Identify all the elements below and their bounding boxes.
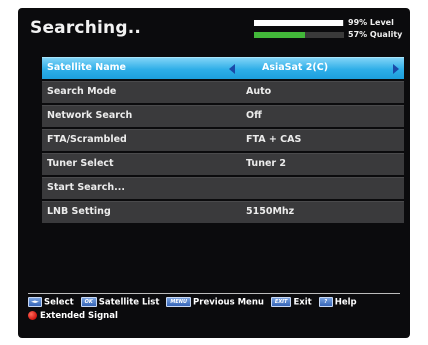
hint-select[interactable]: ◄► Select bbox=[28, 297, 74, 308]
hint-label: Help bbox=[334, 297, 357, 308]
menu-row-value: Tuner 2 bbox=[246, 158, 287, 169]
menu-row-label: LNB Setting bbox=[47, 206, 111, 217]
key-hints-row: ◄► Select OK Satellite List MENU Previous M… bbox=[28, 297, 408, 311]
hint-previous-menu[interactable]: MENU Previous Menu bbox=[166, 297, 264, 308]
hint-satellite-list[interactable]: OK Satellite List bbox=[80, 297, 160, 308]
menu-row-network-search[interactable]: Network Search Off bbox=[42, 105, 404, 127]
exit-key-icon: EXIT bbox=[270, 297, 292, 307]
hint-label: Satellite List bbox=[98, 297, 160, 308]
menu-row-label: FTA/Scrambled bbox=[47, 134, 127, 145]
hint-label: Select bbox=[44, 297, 74, 308]
ok-key-icon: OK bbox=[80, 297, 97, 307]
quality-bar bbox=[254, 32, 344, 38]
page-title: Searching.. bbox=[30, 18, 142, 38]
hint-help[interactable]: ? Help bbox=[318, 297, 357, 308]
menu-row-start-search[interactable]: Start Search... bbox=[42, 177, 404, 199]
red-button-icon bbox=[28, 311, 37, 320]
menu-row-value: 5150Mhz bbox=[246, 206, 295, 217]
menu-row-satellite-name[interactable]: Satellite Name AsiaSat 2(C) bbox=[42, 57, 404, 79]
menu-row-fta-scrambled[interactable]: FTA/Scrambled FTA + CAS bbox=[42, 129, 404, 151]
level-text: 99% Level bbox=[348, 18, 394, 27]
menu-row-search-mode[interactable]: Search Mode Auto bbox=[42, 81, 404, 103]
help-key-icon: ? bbox=[318, 297, 333, 307]
menu-row-tuner-select[interactable]: Tuner Select Tuner 2 bbox=[42, 153, 404, 175]
level-bar-fill bbox=[254, 20, 344, 26]
signal-panel: 99% Level 57% Quality bbox=[254, 18, 404, 43]
footer-divider bbox=[28, 293, 400, 294]
menu-row-value: Auto bbox=[246, 86, 272, 97]
menu-row-label: Start Search... bbox=[47, 182, 125, 193]
level-bar bbox=[254, 20, 344, 26]
menu-row-value: FTA + CAS bbox=[246, 134, 302, 145]
extended-signal-label: Extended Signal bbox=[40, 311, 118, 321]
menu-row-label: Tuner Select bbox=[47, 158, 114, 169]
extended-signal-row[interactable]: Extended Signal bbox=[28, 311, 408, 325]
key-hints-footer: ◄► Select OK Satellite List MENU Previous M… bbox=[28, 297, 408, 325]
left-right-key-icon: ◄► bbox=[28, 297, 42, 307]
menu-row-label: Search Mode bbox=[47, 86, 117, 97]
left-arrow-icon[interactable] bbox=[229, 64, 235, 74]
menu-row-value: AsiaSat 2(C) bbox=[262, 62, 329, 73]
menu-row-label: Satellite Name bbox=[47, 62, 127, 73]
hint-label: Previous Menu bbox=[193, 297, 264, 308]
hint-exit[interactable]: EXIT Exit bbox=[270, 297, 312, 308]
quality-text: 57% Quality bbox=[348, 30, 403, 39]
search-settings-menu: Satellite Name AsiaSat 2(C) Search Mode … bbox=[42, 57, 404, 225]
tv-screen: Searching.. 99% Level 57% Quality Satell… bbox=[18, 8, 410, 338]
menu-row-label: Network Search bbox=[47, 110, 133, 121]
menu-row-lnb-setting[interactable]: LNB Setting 5150Mhz bbox=[42, 201, 404, 223]
menu-key-icon: MENU bbox=[166, 297, 192, 307]
hint-label: Exit bbox=[293, 297, 312, 308]
right-arrow-icon[interactable] bbox=[393, 64, 399, 74]
menu-row-value: Off bbox=[246, 110, 262, 121]
quality-bar-fill bbox=[254, 32, 306, 38]
